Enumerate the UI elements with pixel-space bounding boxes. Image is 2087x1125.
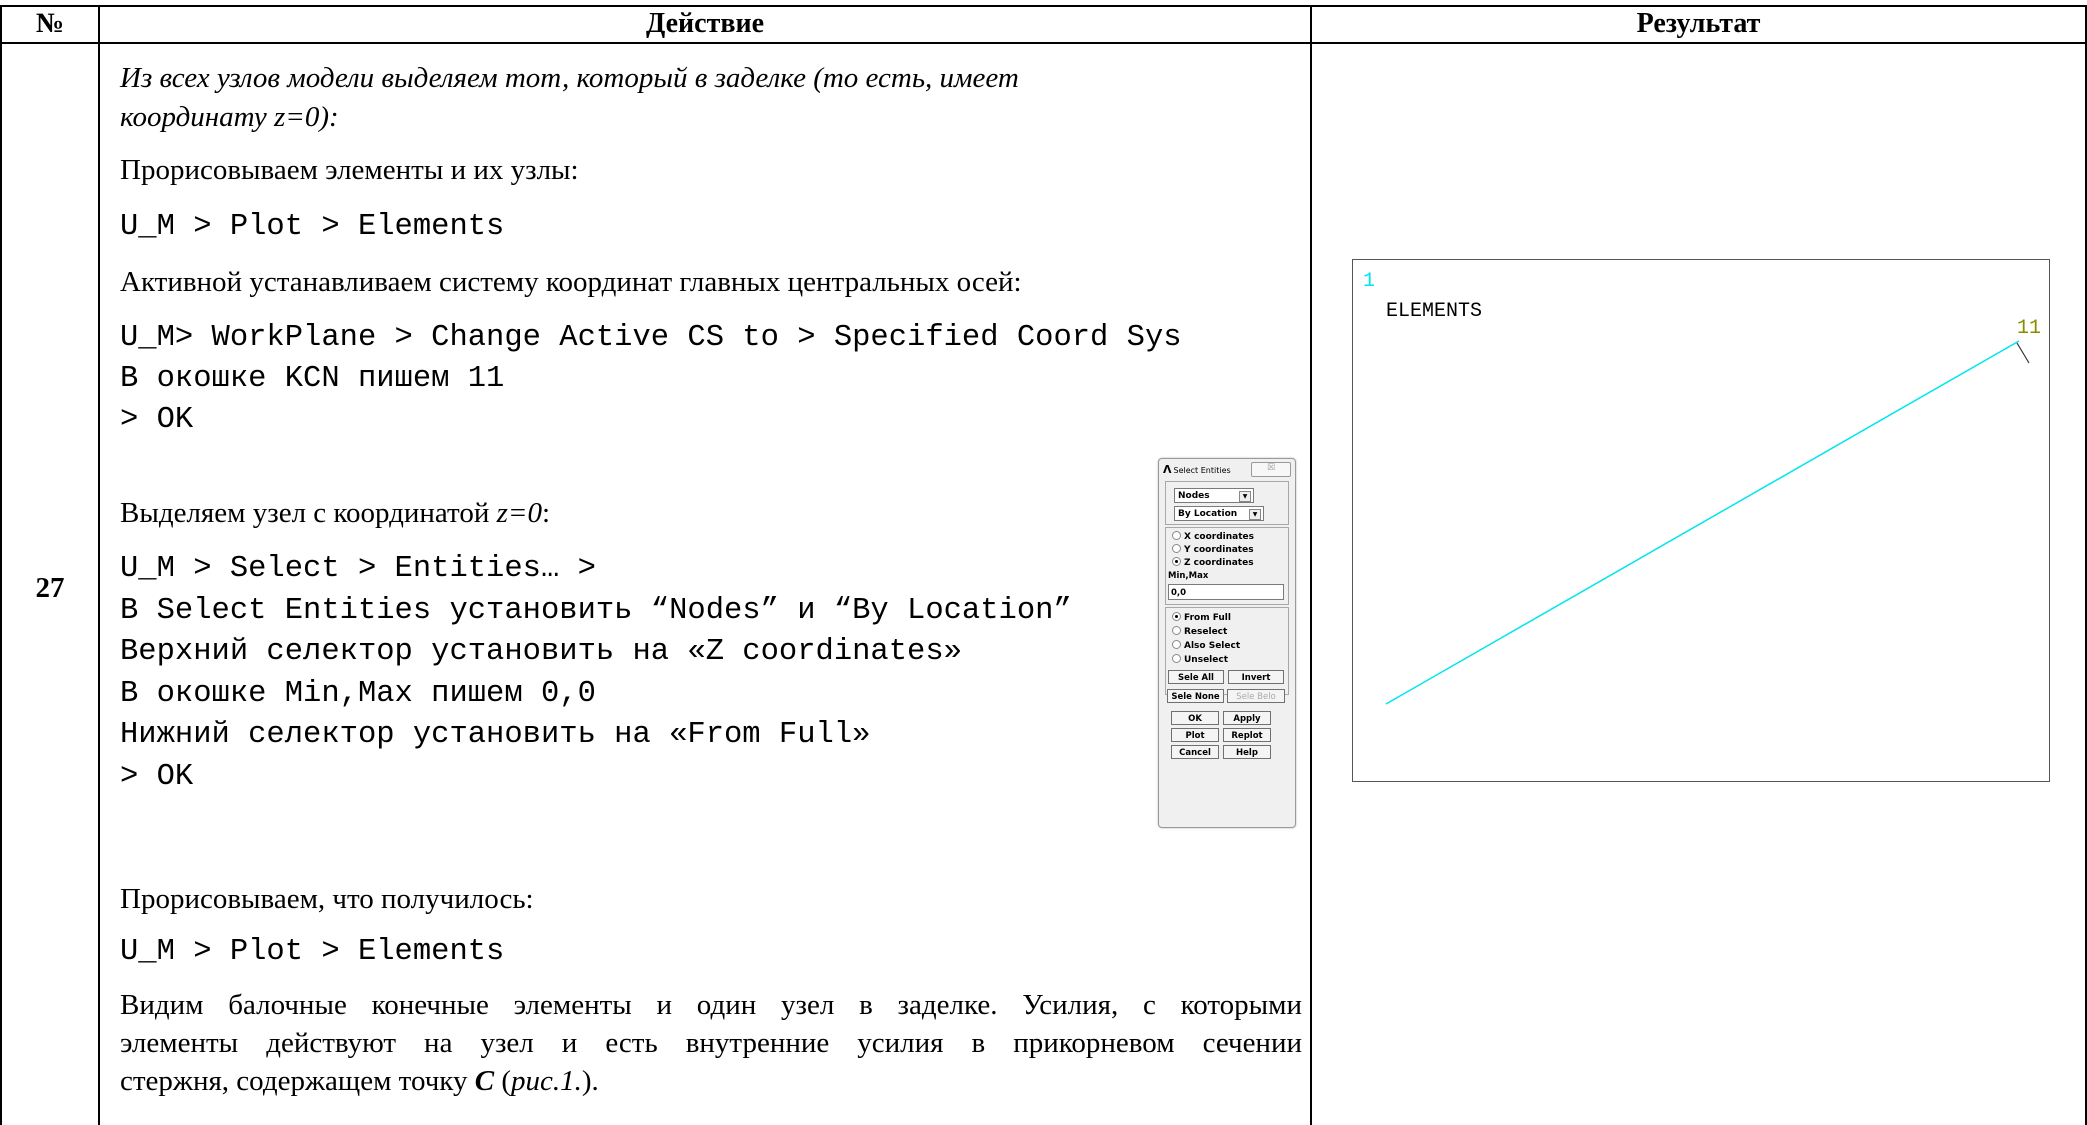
mode-group: From Full Reselect Also Select Unselect …	[1165, 607, 1289, 695]
header-action: Действие	[645, 8, 765, 39]
replot-button[interactable]: Replot	[1223, 728, 1271, 742]
radio-circle-icon	[1172, 544, 1181, 553]
header-number: №	[35, 8, 65, 39]
conclusion-line-1: Видим балочные конечные элементы и один …	[120, 989, 1302, 1021]
radio-z-coordinates[interactable]: Z coordinates	[1172, 557, 1254, 569]
radio-y-coordinates[interactable]: Y coordinates	[1172, 544, 1254, 556]
radio-circle-icon	[1172, 626, 1181, 635]
column-divider-2	[1310, 5, 1312, 1125]
result-label: Прорисовываем, что получилось:	[120, 883, 534, 915]
intro-line-1: Из всех узлов модели выделяем тот, котор…	[120, 62, 1019, 94]
cs-command-3: > OK	[120, 403, 194, 437]
cs-command-2: В окошке KCN пишем 11	[120, 362, 505, 396]
select-command-4: В окошке Min,Max пишем 0,0	[120, 677, 596, 711]
minmax-input[interactable]: 0,0	[1168, 584, 1284, 600]
method-select[interactable]: By Location ▼	[1174, 506, 1264, 521]
point-c: C	[474, 1065, 495, 1097]
ok-button[interactable]: OK	[1171, 711, 1219, 725]
ansys-logo-icon: Λ	[1163, 463, 1172, 476]
radio-unselect[interactable]: Unselect	[1172, 654, 1228, 666]
column-divider-1	[98, 5, 100, 1125]
entity-select[interactable]: Nodes ▼	[1174, 488, 1254, 503]
select-label: Выделяем узел с координатой z=0:	[120, 493, 550, 534]
radio-label: Also Select	[1184, 641, 1241, 651]
entity-group: Nodes ▼ By Location ▼	[1165, 481, 1289, 525]
radio-circle-icon	[1172, 640, 1181, 649]
cmd-plot-elements: U_M > Plot > Elements	[120, 210, 505, 244]
element-plot	[1385, 340, 2030, 705]
dialog-title-text: Select Entities	[1173, 466, 1231, 475]
beam-element-line	[1385, 340, 2020, 705]
select-command-2: В Select Entities установить “Nodes” и “…	[120, 594, 1072, 628]
invert-button[interactable]: Invert	[1228, 670, 1284, 684]
table-top-border	[0, 5, 2087, 7]
header-bottom-border	[0, 42, 2087, 44]
radio-label: Unselect	[1184, 655, 1229, 665]
action-buttons-group: OK Apply Plot Replot Cancel Help	[1165, 707, 1287, 823]
sele-belo-button[interactable]: Sele Belo	[1227, 689, 1285, 703]
radio-label: X coordinates	[1184, 532, 1254, 542]
select-label-variable: z=0	[496, 497, 542, 529]
select-command-5: Нижний селектор установить на «From Full…	[120, 718, 871, 752]
select-entities-dialog: Λ Select Entities ☒ Nodes ▼ By Location ▼…	[1158, 458, 1296, 828]
paren-close: ).	[581, 1065, 599, 1097]
radio-reselect[interactable]: Reselect	[1172, 626, 1227, 638]
node-label: 11	[2017, 317, 2042, 340]
radio-selected-icon	[1172, 612, 1181, 621]
figure-ref: рис.1.	[511, 1065, 582, 1097]
cmd-plot-elements-2: U_M > Plot > Elements	[120, 935, 505, 969]
header-result: Результат	[1636, 8, 1761, 39]
select-command-6: > OK	[120, 760, 194, 794]
draw-label: Прорисовываем элементы и их узлы:	[120, 154, 579, 186]
intro-line-2: координату z=0):	[120, 101, 339, 133]
cs-command-1: U_M> WorkPlane > Change Active CS to > S…	[120, 321, 1182, 355]
conclusion-text: стержня, содержащем точку	[120, 1065, 475, 1097]
minmax-label: Min,Max	[1168, 571, 1209, 581]
select-command-3: Верхний селектор установить на «Z coordi…	[120, 635, 962, 669]
dialog-title: Λ Select Entities	[1163, 461, 1231, 479]
radio-circle-icon	[1172, 654, 1181, 663]
sele-all-button[interactable]: Sele All	[1168, 670, 1224, 684]
radio-circle-icon	[1172, 531, 1181, 540]
select-label-prefix: Выделяем узел с координатой	[120, 497, 497, 529]
sele-none-button[interactable]: Sele None	[1167, 689, 1224, 703]
radio-selected-icon	[1172, 557, 1181, 566]
paren-open: (	[494, 1065, 512, 1097]
radio-x-coordinates[interactable]: X coordinates	[1172, 531, 1254, 543]
radio-label: Y coordinates	[1184, 545, 1254, 555]
radio-label: Z coordinates	[1184, 558, 1254, 568]
coordinate-group: X coordinates Y coordinates Z coordinate…	[1165, 527, 1289, 605]
table-left-border	[0, 5, 2, 1125]
entity-select-value: Nodes	[1178, 491, 1210, 501]
radio-from-full[interactable]: From Full	[1172, 612, 1231, 624]
plot-button[interactable]: Plot	[1171, 728, 1219, 742]
select-label-suffix: :	[541, 497, 551, 529]
row-number: 27	[35, 572, 65, 604]
node-tick-mark	[2016, 342, 2030, 364]
radio-also-select[interactable]: Also Select	[1172, 640, 1240, 652]
cancel-button[interactable]: Cancel	[1171, 745, 1219, 759]
select-command-1: U_M > Select > Entities… >	[120, 552, 596, 586]
conclusion-line-3: стержня, содержащем точку C (рис.1.).	[120, 1061, 599, 1102]
apply-button[interactable]: Apply	[1223, 711, 1271, 725]
cs-label: Активной устанавливаем систему координат…	[120, 266, 1022, 298]
method-select-value: By Location	[1178, 509, 1238, 519]
chevron-down-icon: ▼	[1239, 491, 1251, 502]
close-button[interactable]: ☒	[1251, 462, 1291, 477]
radio-label: Reselect	[1184, 627, 1228, 637]
radio-label: From Full	[1184, 613, 1231, 623]
graphics-window: 1 ELEMENTS 11	[1352, 259, 2050, 782]
help-button[interactable]: Help	[1223, 745, 1271, 759]
chevron-down-icon: ▼	[1249, 509, 1261, 520]
conclusion-line-2: элементы действуют на узел и есть внутре…	[120, 1027, 1302, 1059]
